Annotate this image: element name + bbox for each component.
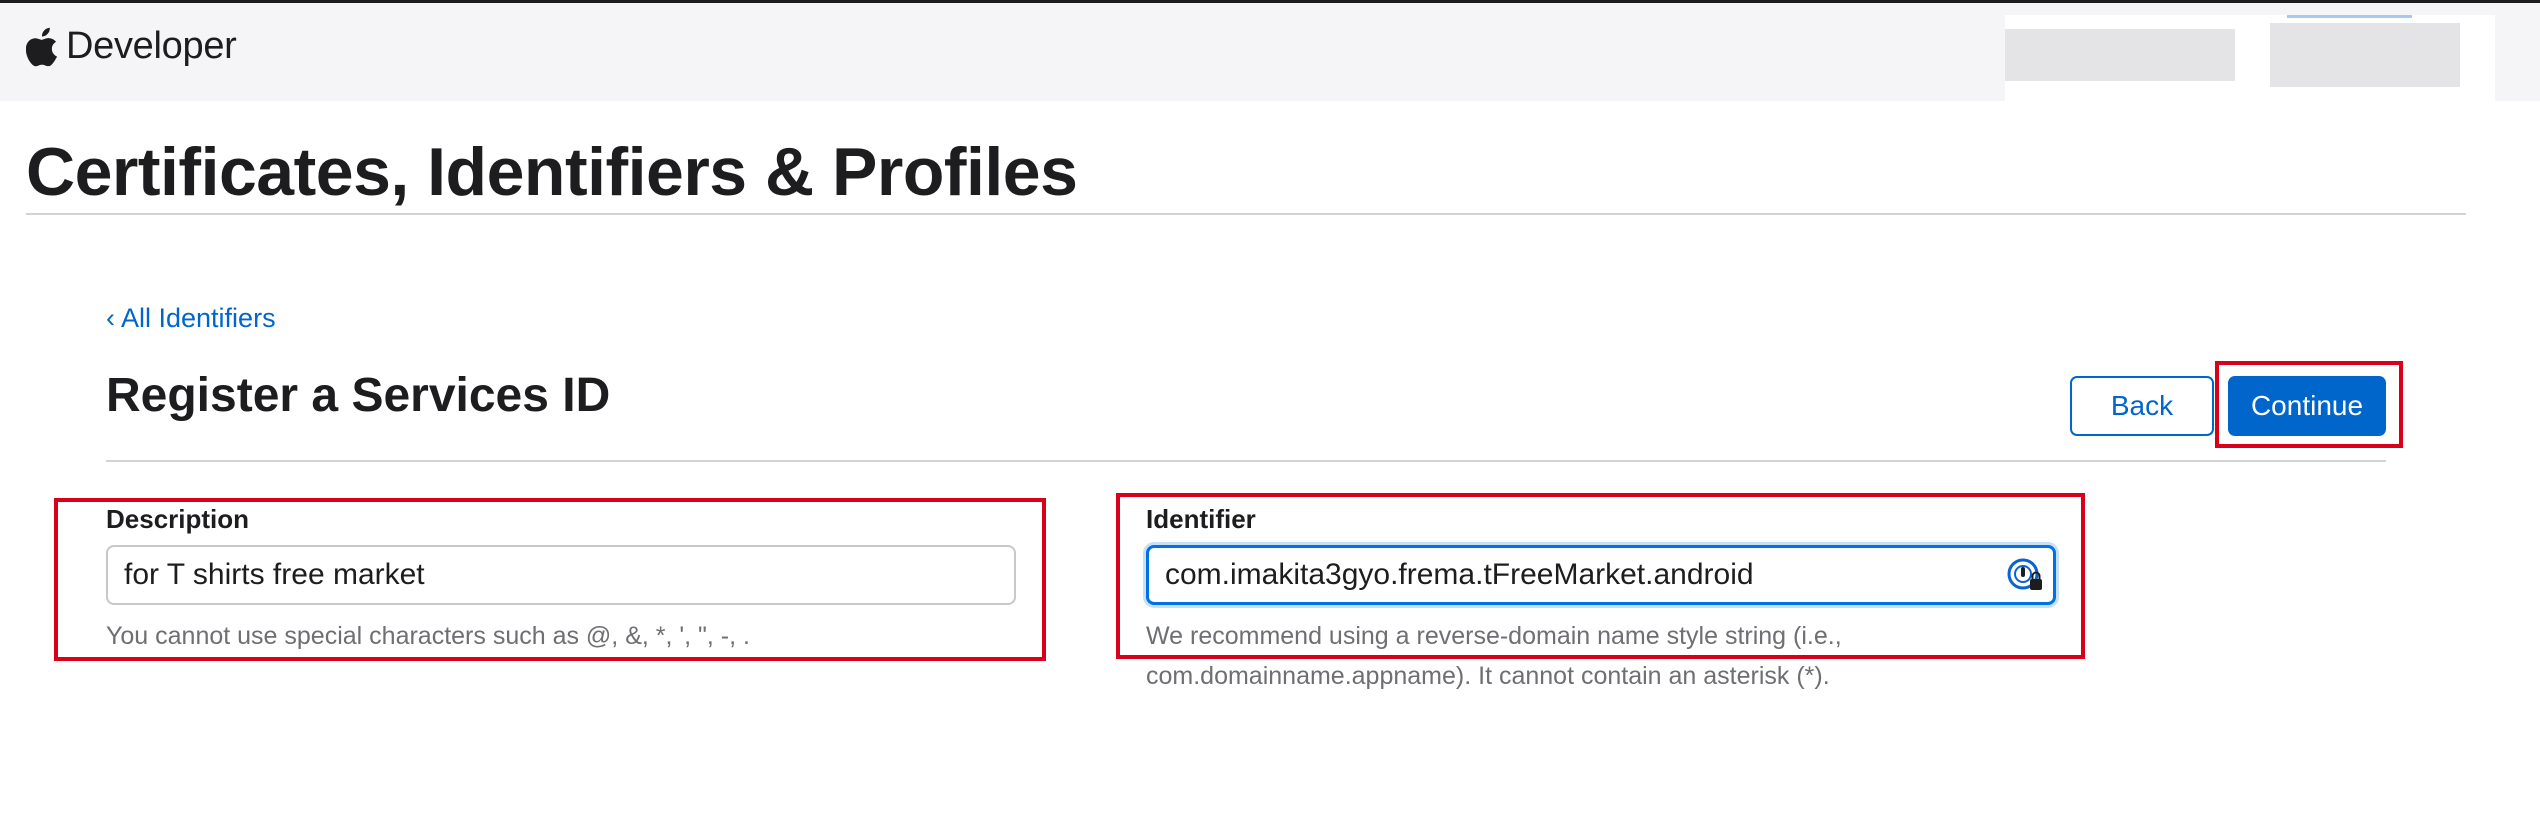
continue-button[interactable]: Continue [2228, 376, 2386, 436]
section-divider [106, 460, 2386, 462]
password-manager-icon[interactable] [2006, 557, 2044, 593]
redacted-block [2270, 23, 2460, 87]
identifier-input[interactable] [1146, 545, 2056, 605]
title-divider [26, 213, 2466, 215]
section-title: Register a Services ID [106, 369, 611, 422]
description-label: Description [106, 504, 250, 534]
identifier-label: Identifier [1146, 504, 1256, 534]
redacted-block [2005, 29, 2235, 81]
identifier-hint-line2: com.domainname.appname). It cannot conta… [1146, 662, 1830, 690]
identifier-hint-line1: We recommend using a reverse-domain name… [1146, 622, 1842, 650]
account-area-redacted [2005, 15, 2495, 103]
account-link-redacted[interactable] [2287, 15, 2412, 28]
description-input[interactable] [106, 545, 1016, 605]
apple-logo-icon [26, 27, 57, 66]
brand-name: Developer [66, 25, 237, 67]
page-title: Certificates, Identifiers & Profiles [26, 134, 1078, 210]
back-button[interactable]: Back [2070, 376, 2214, 436]
global-nav: Developer [0, 3, 2540, 103]
developer-brand[interactable]: Developer [26, 25, 237, 68]
description-hint: You cannot use special characters such a… [106, 622, 750, 650]
all-identifiers-link[interactable]: ‹ All Identifiers [106, 303, 276, 334]
